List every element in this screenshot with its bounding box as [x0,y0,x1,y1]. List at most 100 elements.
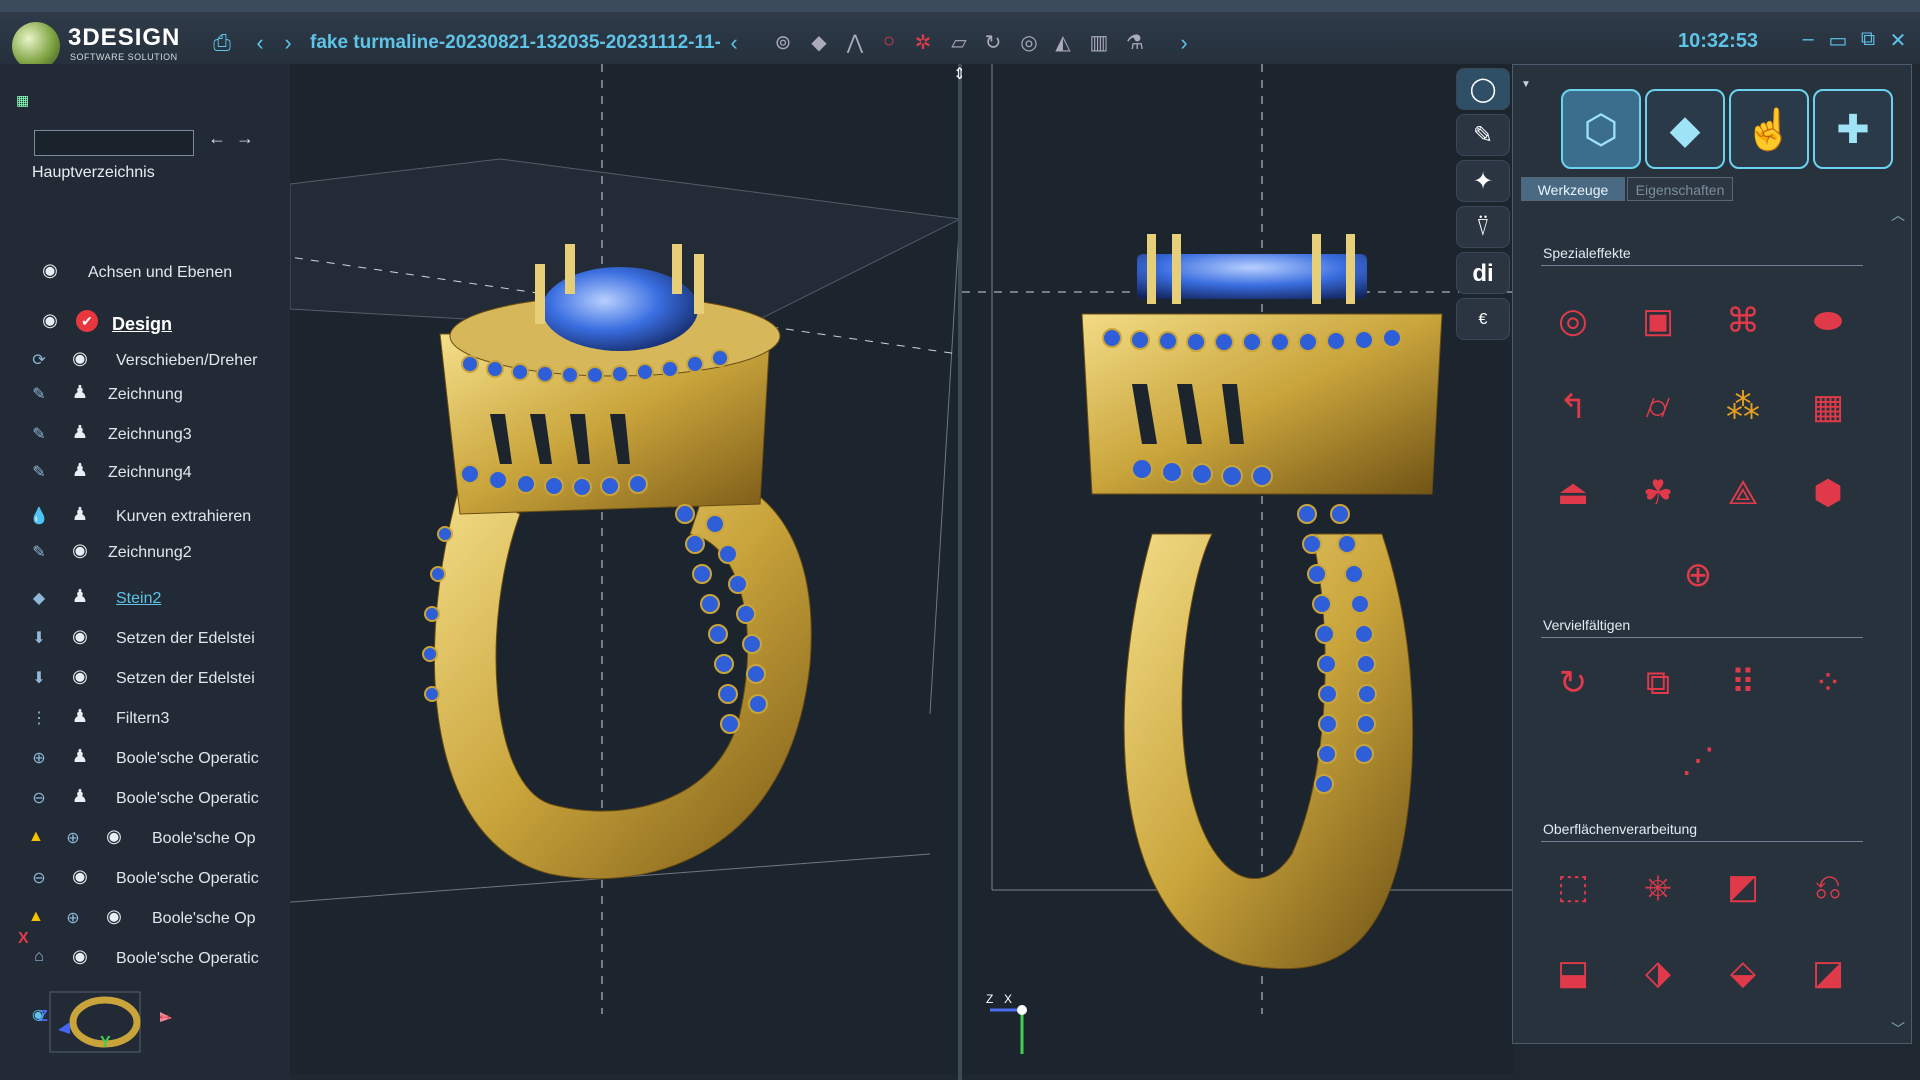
gems-category-icon[interactable]: ◆ [1645,89,1725,169]
tree-search-input[interactable] [34,130,194,156]
ring-tool-icon[interactable]: ○ [876,30,902,56]
saturn-effect-icon[interactable]: ⬬ [1798,291,1858,351]
viewport-front[interactable]: Z X [962,64,1514,1074]
hidden-ghost-icon[interactable]: ♟ [68,746,92,768]
orientation-widget[interactable] [30,972,190,1080]
tree-item[interactable]: ⬇ ◉ Setzen der Edelstei [0,662,260,696]
lattice-effect-icon[interactable]: ⟁ [1713,463,1773,523]
tree-item[interactable]: ⟳ ◉ Verschieben/Dreher [0,344,260,378]
cube-move-surface-icon[interactable]: ◪ [1798,943,1858,1003]
dropdown-icon[interactable]: ▼ [1521,79,1531,90]
gem-tool-icon[interactable]: ◆ [806,30,832,56]
maximize-icon[interactable]: ▭ [1826,28,1850,53]
visibility-eye-icon[interactable]: ◉ [68,540,92,562]
tree-item[interactable]: ⌂ ◉ Boole'sche Operatic [0,942,260,976]
rotate-copy-icon[interactable]: ↻ [1543,653,1603,713]
di-mode-icon[interactable]: di [1456,252,1510,294]
double-ring-effect-icon[interactable]: ◎ [1543,291,1603,351]
viewport-perspective[interactable] [290,64,958,1074]
save-icon[interactable]: ⎙ [210,30,234,56]
arrow-left-icon[interactable]: ← [208,128,226,149]
color-mix-effect-icon[interactable]: ⁂ [1713,377,1773,437]
visibility-eye-icon[interactable]: ◉ [68,666,92,688]
tree-item[interactable]: ⋮ ♟ Filtern3 [0,702,260,736]
rings-category-icon[interactable]: ☝ [1729,89,1809,169]
mesh-mode-icon[interactable]: ✦ [1456,160,1510,202]
tree-item[interactable]: 💧 ♟ Kurven extrahieren [0,500,260,534]
pricing-mode-icon[interactable]: € [1456,298,1510,340]
knife-surface-icon[interactable]: ◩ [1713,857,1773,917]
visibility-eye-icon[interactable]: ◉ [102,906,126,928]
box-surface-icon[interactable]: ⬚ [1543,857,1603,917]
back-icon[interactable]: ‹ [248,30,272,56]
surface-tool-icon[interactable]: ◭ [1050,30,1076,56]
nurse-effect-icon[interactable]: ⊕ [1668,545,1728,605]
hidden-ghost-icon[interactable]: ♟ [68,786,92,808]
cylinder-effect-icon[interactable]: ⌭ [1628,377,1688,437]
tree-item[interactable]: ✎ ◉ Zeichnung2 [0,536,260,570]
tree-item[interactable]: ⬇ ◉ Setzen der Edelstei [0,622,260,656]
scroll-up-icon[interactable]: ︿ [1891,205,1905,225]
polyhedron-effect-icon[interactable]: ⬢ [1798,463,1858,523]
boolean-tool-icon[interactable]: ⊚ [770,30,796,56]
grid-copy-icon[interactable]: ⠿ [1713,653,1773,713]
tree-item[interactable]: ◉ Achsen und Ebenen [0,256,260,290]
scroll-down-icon[interactable]: ﹀ [1891,1019,1905,1039]
tree-item[interactable]: ⊕ ♟ Boole'sche Operatic [0,742,260,776]
knot-effect-icon[interactable]: ☘ [1628,463,1688,523]
tree-item[interactable]: ⊖ ♟ Boole'sche Operatic [0,782,260,816]
hidden-ghost-icon[interactable]: ♟ [68,706,92,728]
twist-effect-icon[interactable]: ⌘ [1713,291,1773,351]
close-icon[interactable]: ✕ [1886,28,1910,53]
visibility-eye-icon[interactable]: ◉ [38,310,62,332]
setting-mode-icon[interactable]: ⍢ [1456,206,1510,248]
minimize-icon[interactable]: – [1796,28,1820,51]
tree-item[interactable]: ◉ ✔ Design [0,306,260,340]
texture-effect-icon[interactable]: ▦ [1798,377,1858,437]
flask-tool-icon[interactable]: ⚗ [1122,30,1148,56]
hidden-ghost-icon[interactable]: ♟ [68,504,92,526]
visibility-eye-icon[interactable]: ◉ [102,826,126,848]
visibility-eye-icon[interactable]: ◉ [68,866,92,888]
path-copy-icon[interactable]: ⋰ [1668,731,1728,791]
visibility-eye-icon[interactable]: ◉ [68,348,92,370]
tree-root[interactable]: Hauptverzeichnis [32,164,155,182]
rotate-tool-icon[interactable]: ↻ [980,30,1006,56]
tree-item[interactable]: ⊖ ◉ Boole'sche Operatic [0,862,260,896]
tab-eigenschaften[interactable]: Eigenschaften [1627,177,1733,201]
scroll-surface-icon[interactable]: ⎌ [1798,857,1858,917]
hidden-ghost-icon[interactable]: ♟ [68,460,92,482]
swap-axis-icon[interactable]: ↔ [156,1004,174,1025]
hidden-ghost-icon[interactable]: ♟ [68,422,92,444]
cube-arrow-surface-icon[interactable]: ⬙ [1713,943,1773,1003]
circular-copy-icon[interactable]: ⁘ [1798,653,1858,713]
visibility-eye-icon[interactable]: ◉ [68,946,92,968]
primitives-category-icon[interactable]: ⬡ [1561,89,1641,169]
arrow-right-icon[interactable]: → [236,128,254,149]
plugins-category-icon[interactable]: ✚ [1813,89,1893,169]
chevron-left-icon[interactable]: ‹ [722,30,746,56]
forward-icon[interactable]: › [276,30,300,56]
spiral-tool-icon[interactable]: ◎ [1016,30,1042,56]
tree-item[interactable]: ▲ ⊕ ◉ Boole'sche Op [0,822,260,856]
restore-icon[interactable]: ⧉ [1856,28,1880,51]
tree-item[interactable]: ▲ ⊕ ◉ Boole'sche Op [0,902,260,936]
measure-tool-icon[interactable]: ▥ [1086,30,1112,56]
shape-tool-icon[interactable]: ▱ [946,30,972,56]
grid-menu-icon[interactable]: ▦ [16,92,29,109]
visibility-eye-icon[interactable]: ◉ [38,260,62,282]
tab-werkzeuge[interactable]: Werkzeuge [1521,177,1625,201]
bend-effect-icon[interactable]: ↰ [1543,377,1603,437]
tree-item[interactable]: ✎ ♟ Zeichnung4 [0,456,260,490]
hidden-ghost-icon[interactable]: ♟ [68,382,92,404]
hidden-ghost-icon[interactable]: ♟ [68,586,92,608]
open-box-surface-icon[interactable]: ⬓ [1543,943,1603,1003]
emboss-effect-icon[interactable]: ⏏ [1543,463,1603,523]
cube-effect-icon[interactable]: ▣ [1628,291,1688,351]
cube-surface-icon[interactable]: ⬗ [1628,943,1688,1003]
prong-tool-icon[interactable]: ⋀ [842,30,868,56]
draw-mode-icon[interactable]: ✎ [1456,114,1510,156]
tree-item[interactable]: ◆ ♟ Stein2 [0,582,260,616]
cluster-tool-icon[interactable]: ✲ [910,30,936,56]
tree-item[interactable]: ✎ ♟ Zeichnung3 [0,418,260,452]
